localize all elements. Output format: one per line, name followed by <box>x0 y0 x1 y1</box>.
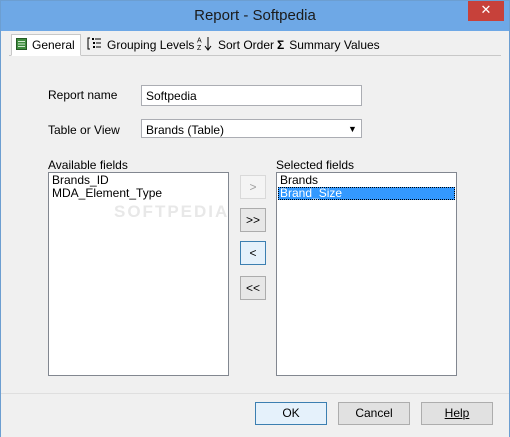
list-item-selected[interactable]: Brand_Size <box>278 187 455 200</box>
ok-button[interactable]: OK <box>255 402 327 425</box>
table-or-view-label: Table or View <box>48 123 120 137</box>
available-fields-label: Available fields <box>48 158 128 172</box>
tab-summary-values[interactable]: Σ Summary Values <box>273 34 383 55</box>
remove-field-button[interactable]: < <box>240 241 266 265</box>
tab-sort-order[interactable]: AZ Sort Order <box>193 34 275 55</box>
sort-order-icon: AZ <box>197 36 213 54</box>
tab-grouping-levels-label: Grouping Levels <box>107 37 195 52</box>
general-panel: Report name Softpedia Table or View Bran… <box>9 56 501 393</box>
report-name-input[interactable]: Softpedia <box>141 85 362 106</box>
report-name-label: Report name <box>48 88 118 102</box>
tab-bar: General Grouping Levels AZ Sort Order Σ … <box>9 34 501 56</box>
selected-fields-label: Selected fields <box>276 158 355 172</box>
close-button[interactable]: ✕ <box>468 1 504 21</box>
selected-fields-list[interactable]: Brands Brand_Size <box>276 172 457 376</box>
add-all-fields-button[interactable]: >> <box>240 208 266 232</box>
remove-all-fields-button[interactable]: << <box>240 276 266 300</box>
table-or-view-select[interactable]: Brands (Table) ▼ <box>141 119 362 138</box>
table-or-view-value: Brands (Table) <box>146 123 225 137</box>
softpedia-watermark: SOFTPEDIA <box>114 202 230 221</box>
cancel-button[interactable]: Cancel <box>338 402 410 425</box>
summary-values-icon: Σ <box>277 37 285 52</box>
tab-general[interactable]: General <box>11 34 81 56</box>
list-item[interactable]: MDA_Element_Type <box>50 187 227 200</box>
window-title: Report - Softpedia <box>194 7 316 24</box>
grouping-levels-icon <box>87 37 102 53</box>
tab-sort-order-label: Sort Order <box>218 37 275 52</box>
report-name-value: Softpedia <box>146 89 197 103</box>
tab-summary-values-label: Summary Values <box>289 37 380 52</box>
title-bar[interactable]: Report - Softpedia ✕ <box>1 1 509 31</box>
dropdown-arrow-icon[interactable]: ▼ <box>345 121 360 137</box>
add-field-button[interactable]: > <box>240 175 266 199</box>
svg-text:Z: Z <box>197 45 202 51</box>
report-dialog: Report - Softpedia ✕ General Grouping Le… <box>0 0 510 437</box>
help-label: Help <box>444 406 470 420</box>
tab-grouping-levels[interactable]: Grouping Levels <box>83 34 195 55</box>
dialog-footer: OK Cancel Help <box>1 393 509 437</box>
help-button[interactable]: Help <box>421 402 493 425</box>
svg-text:A: A <box>197 37 202 44</box>
tab-general-label: General <box>32 38 75 52</box>
general-icon <box>16 37 27 53</box>
